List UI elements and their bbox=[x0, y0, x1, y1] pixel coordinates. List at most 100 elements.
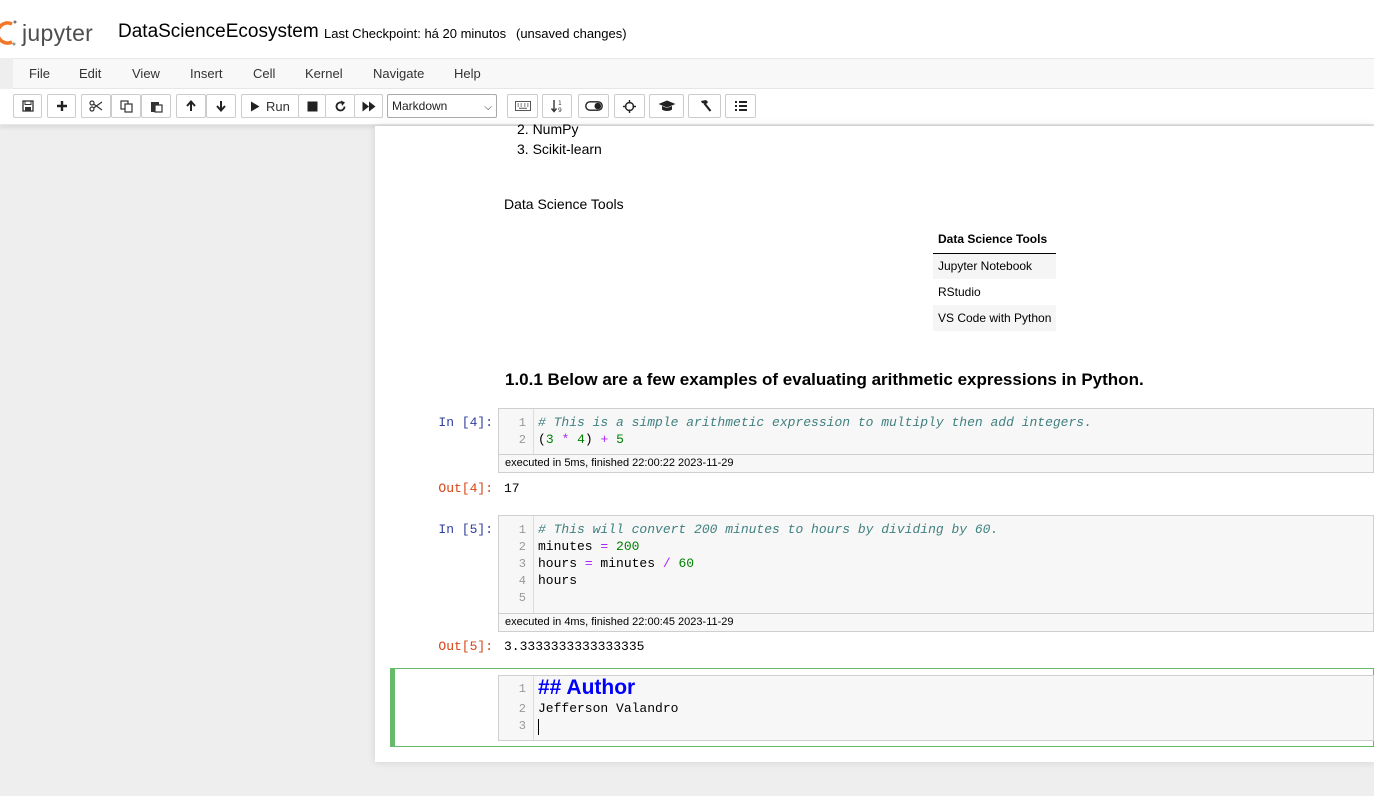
menu-kernel[interactable]: Kernel bbox=[305, 66, 343, 81]
move-down-button[interactable] bbox=[206, 94, 236, 118]
notebook-container: 2. NumPy 3. Scikit-learn Data Science To… bbox=[375, 121, 1374, 762]
menu-view[interactable]: View bbox=[132, 66, 160, 81]
toolbar: Run Markdown ⌵ 19 bbox=[0, 89, 1374, 125]
tools-caption: Data Science Tools bbox=[504, 196, 624, 212]
restart-button[interactable] bbox=[325, 94, 355, 118]
line-number: 3 bbox=[518, 557, 526, 571]
plus-icon bbox=[56, 101, 67, 111]
crosshair-icon bbox=[623, 99, 636, 113]
table-cell: Jupyter Notebook bbox=[933, 253, 1057, 279]
menu-edit[interactable]: Edit bbox=[79, 66, 101, 81]
hammer-icon bbox=[700, 100, 711, 112]
fast-forward-icon bbox=[362, 101, 375, 111]
list-icon bbox=[734, 101, 747, 111]
output-prompt: Out[4]: bbox=[438, 481, 493, 496]
markdown-editor[interactable]: 1 2 3 ## Author Jefferson Valandro bbox=[498, 675, 1374, 741]
cut-icon bbox=[89, 100, 103, 112]
table-cell: VS Code with Python bbox=[933, 305, 1057, 331]
insert-cell-button[interactable] bbox=[47, 94, 76, 118]
table-header: Data Science Tools bbox=[933, 226, 1057, 254]
code-line: # This will convert 200 minutes to hours… bbox=[538, 522, 999, 537]
line-number: 5 bbox=[518, 591, 526, 605]
command-palette-button[interactable] bbox=[507, 94, 538, 118]
line-number: 1 bbox=[518, 523, 526, 537]
nbgrader-button[interactable] bbox=[649, 94, 684, 118]
table-row: VS Code with Python bbox=[933, 305, 1057, 331]
code-line: # This is a simple arithmetic expression… bbox=[538, 415, 1092, 430]
line-number: 1 bbox=[518, 682, 526, 696]
save-button[interactable] bbox=[13, 94, 42, 118]
notebook-name[interactable]: DataScienceEcosystem bbox=[118, 21, 319, 43]
chevron-down-icon: ⌵ bbox=[484, 102, 492, 113]
line-number: 2 bbox=[518, 702, 526, 716]
sort-icon: 19 bbox=[550, 100, 562, 113]
graduation-cap-icon bbox=[658, 100, 675, 111]
menu-insert[interactable]: Insert bbox=[190, 66, 223, 81]
save-icon bbox=[21, 100, 34, 112]
markdown-heading-line: ## Author bbox=[538, 676, 636, 699]
keyboard-icon bbox=[514, 101, 531, 111]
stop-icon bbox=[307, 101, 317, 111]
menu-navigate[interactable]: Navigate bbox=[373, 66, 424, 81]
table-cell: RStudio bbox=[938, 285, 981, 299]
table-of-contents-button[interactable] bbox=[725, 94, 756, 118]
cell-type-value: Markdown bbox=[392, 99, 448, 113]
svg-text:9: 9 bbox=[558, 107, 562, 113]
table-row: RStudio bbox=[933, 279, 1056, 305]
autosave-status: (unsaved changes) bbox=[516, 26, 627, 41]
interrupt-button[interactable] bbox=[298, 94, 326, 118]
input-prompt: In [4]: bbox=[438, 415, 493, 430]
build-button[interactable] bbox=[688, 94, 721, 118]
text-cursor bbox=[538, 719, 539, 735]
restart-run-all-button[interactable] bbox=[354, 94, 383, 118]
move-up-button[interactable] bbox=[176, 94, 206, 118]
cell-type-select[interactable]: Markdown ⌵ bbox=[387, 94, 497, 118]
code-line: (3 * 4) + 5 bbox=[538, 432, 624, 447]
sort-button[interactable]: 19 bbox=[542, 94, 572, 118]
cell-output: 17 bbox=[504, 481, 520, 496]
output-prompt: Out[5]: bbox=[438, 639, 493, 654]
copy-button[interactable] bbox=[111, 94, 141, 118]
line-gutter: 1 2 3 4 5 bbox=[499, 516, 534, 613]
table-row: Jupyter Notebook bbox=[933, 253, 1057, 279]
menu-bar: File Edit View Insert Cell Kernel Naviga… bbox=[13, 58, 1374, 89]
toggle-button[interactable] bbox=[578, 94, 609, 118]
svg-text:1: 1 bbox=[558, 100, 562, 107]
restart-icon bbox=[335, 100, 345, 111]
section-heading: 1.0.1 Below are a few examples of evalua… bbox=[505, 370, 1144, 389]
code-line: minutes = 200 bbox=[538, 539, 640, 554]
menu-cell[interactable]: Cell bbox=[253, 66, 275, 81]
paste-button[interactable] bbox=[141, 94, 171, 118]
arrow-down-icon bbox=[216, 101, 226, 112]
logo-text: jupyter bbox=[22, 19, 94, 46]
line-number: 4 bbox=[518, 574, 526, 588]
run-label: Run bbox=[266, 98, 290, 114]
tools-table: Data Science Tools Jupyter Notebook RStu… bbox=[933, 226, 1057, 331]
toggle-icon bbox=[584, 101, 603, 111]
code-line: Jefferson Valandro bbox=[538, 701, 679, 716]
code-cell[interactable]: 1 2 # This is a simple arithmetic expres… bbox=[498, 408, 1374, 473]
copy-icon bbox=[119, 99, 133, 113]
line-gutter: 1 2 3 bbox=[499, 676, 534, 740]
line-number: 2 bbox=[518, 540, 526, 554]
line-number: 2 bbox=[518, 433, 526, 447]
menu-help[interactable]: Help bbox=[454, 66, 481, 81]
line-number: 1 bbox=[518, 416, 526, 430]
execution-time: executed in 4ms, finished 22:00:45 2023-… bbox=[499, 613, 1373, 631]
jupyter-logo[interactable]: jupyter bbox=[0, 18, 93, 48]
execution-time: executed in 5ms, finished 22:00:22 2023-… bbox=[499, 454, 1373, 472]
paste-icon bbox=[150, 101, 163, 113]
cut-button[interactable] bbox=[81, 94, 111, 118]
menu-file[interactable]: File bbox=[29, 66, 50, 81]
checkpoint-status: Last Checkpoint: há 20 minutos bbox=[324, 26, 507, 41]
jupyter-logo-icon bbox=[0, 20, 17, 46]
line-gutter: 1 2 bbox=[499, 409, 534, 454]
list-item: 3. Scikit-learn bbox=[517, 141, 602, 157]
input-prompt: In [5]: bbox=[438, 522, 493, 537]
arrow-up-icon bbox=[186, 100, 196, 111]
locate-button[interactable] bbox=[614, 94, 645, 118]
cell-output: 3.3333333333333335 bbox=[504, 639, 645, 654]
code-line: hours bbox=[538, 573, 578, 588]
run-button[interactable]: Run bbox=[241, 94, 299, 118]
code-cell[interactable]: 1 2 3 4 5 # This will convert 200 minute… bbox=[498, 515, 1374, 632]
